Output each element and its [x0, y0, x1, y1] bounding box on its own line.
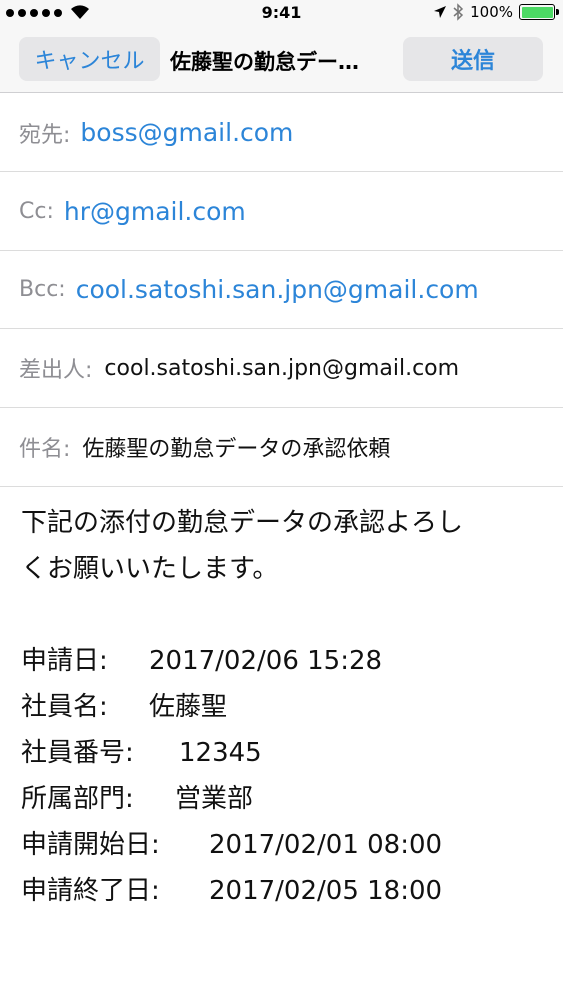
detail-value: 12345: [179, 738, 262, 768]
detail-row: 申請開始日: 2017/02/01 08:00: [21, 822, 541, 868]
detail-key: 申請開始日:: [21, 830, 160, 860]
detail-row: 申請日: 2017/02/06 15:28: [21, 638, 541, 684]
nav-bar: キャンセル 佐藤聖の勤怠デー… 送信: [0, 28, 563, 93]
detail-row: 申請終了日: 2017/02/05 18:00: [21, 868, 541, 914]
bluetooth-icon: [453, 3, 464, 21]
location-arrow-icon: [434, 6, 447, 18]
battery-percent: 100%: [470, 3, 513, 21]
battery-fill: [521, 6, 553, 18]
bcc-label: Bcc:: [19, 277, 66, 302]
to-label: 宛先:: [19, 122, 71, 148]
from-address[interactable]: cool.satoshi.san.jpn@gmail.com: [104, 356, 459, 381]
battery-icon: [519, 4, 559, 20]
detail-value: 営業部: [175, 784, 254, 814]
cc-field[interactable]: Cc: hr@gmail.com: [0, 172, 563, 251]
detail-value: 2017/02/05 18:00: [209, 876, 443, 906]
subject-field[interactable]: 件名: 佐藤聖の勤怠データの承認依頼: [0, 408, 563, 487]
subject-label: 件名:: [19, 437, 71, 462]
detail-key: 社員番号:: [21, 738, 134, 768]
detail-key: 所属部門:: [21, 784, 134, 814]
to-field[interactable]: 宛先: boss@gmail.com: [0, 94, 563, 172]
subject-text[interactable]: 佐藤聖の勤怠データの承認依頼: [82, 431, 390, 463]
body-blank-line: [21, 592, 541, 638]
detail-key: 申請日:: [21, 646, 108, 676]
body-line: くお願いいたします。: [21, 554, 279, 584]
bcc-field[interactable]: Bcc: cool.satoshi.san.jpn@gmail.com: [0, 251, 563, 329]
status-bar: 9:41 100%: [0, 0, 563, 28]
detail-value: 2017/02/01 08:00: [209, 830, 443, 860]
cc-address[interactable]: hr@gmail.com: [64, 197, 246, 226]
battery-tip: [556, 9, 559, 15]
bcc-address[interactable]: cool.satoshi.san.jpn@gmail.com: [76, 275, 479, 304]
status-right: 100%: [433, 3, 559, 21]
detail-value: 佐藤聖: [149, 692, 228, 722]
from-label: 差出人:: [19, 358, 93, 383]
from-field[interactable]: 差出人: cool.satoshi.san.jpn@gmail.com: [0, 329, 563, 408]
send-button[interactable]: 送信: [403, 37, 543, 81]
detail-row: 所属部門: 営業部: [21, 776, 541, 822]
body-line: 下記の添付の勤怠データの承認よろし: [21, 508, 464, 538]
detail-value: 2017/02/06 15:28: [149, 646, 383, 676]
message-body[interactable]: 下記の添付の勤怠データの承認よろし くお願いいたします。 申請日: 2017/0…: [21, 500, 541, 914]
detail-key: 申請終了日:: [21, 876, 160, 906]
cancel-button[interactable]: キャンセル: [19, 37, 160, 81]
detail-key: 社員名:: [21, 692, 108, 722]
cc-label: Cc:: [19, 198, 54, 224]
detail-row: 社員名: 佐藤聖: [21, 684, 541, 730]
nav-title: 佐藤聖の勤怠デー…: [170, 50, 359, 74]
detail-row: 社員番号: 12345: [21, 730, 541, 776]
to-address[interactable]: boss@gmail.com: [80, 118, 293, 147]
